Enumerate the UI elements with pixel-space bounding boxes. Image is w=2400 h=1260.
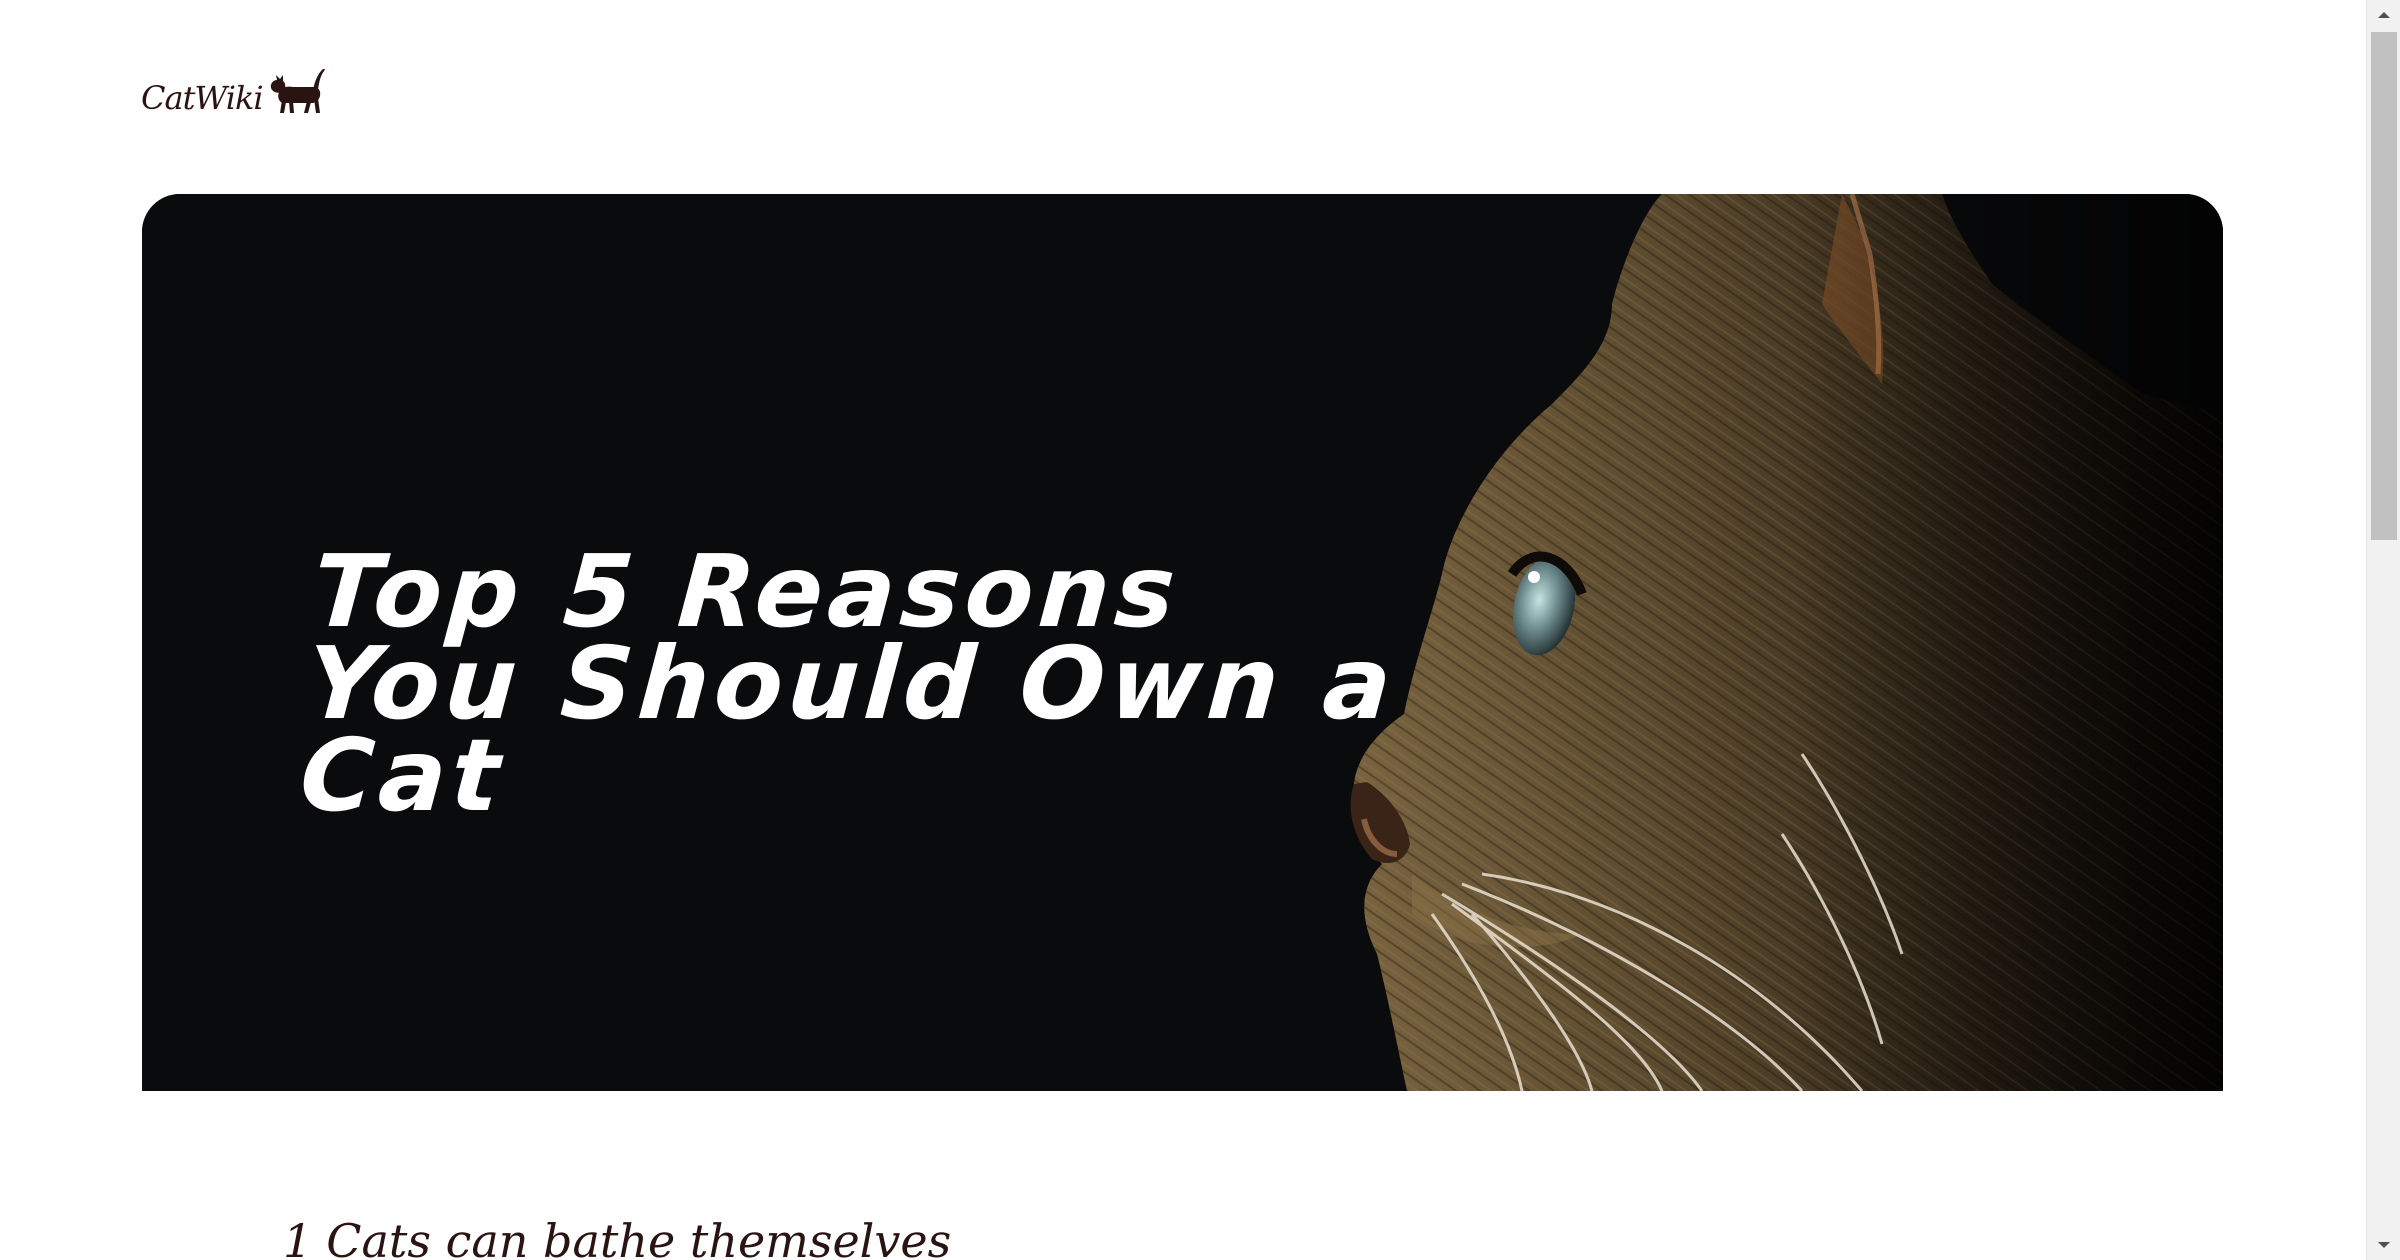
article-item-title: Cats can bathe themselves <box>326 1214 952 1260</box>
cat-walking-icon <box>270 68 325 113</box>
page: CatWiki Top 5 Reasons You Should Own a C… <box>0 0 2366 1260</box>
article-item-heading: 1 Cats can bathe themselves <box>283 1218 951 1260</box>
vertical-scrollbar[interactable] <box>2366 0 2400 1260</box>
logo-text: CatWiki <box>141 79 264 117</box>
article-item-number: 1 <box>283 1214 313 1260</box>
site-logo[interactable]: CatWiki <box>141 66 327 116</box>
hero-title: Top 5 Reasons You Should Own a Cat <box>296 533 1401 834</box>
hero-banner: Top 5 Reasons You Should Own a Cat <box>142 194 2223 1091</box>
scroll-up-arrow-icon[interactable] <box>2367 0 2400 30</box>
scroll-thumb[interactable] <box>2371 32 2397 540</box>
scroll-down-arrow-icon[interactable] <box>2367 1230 2400 1260</box>
